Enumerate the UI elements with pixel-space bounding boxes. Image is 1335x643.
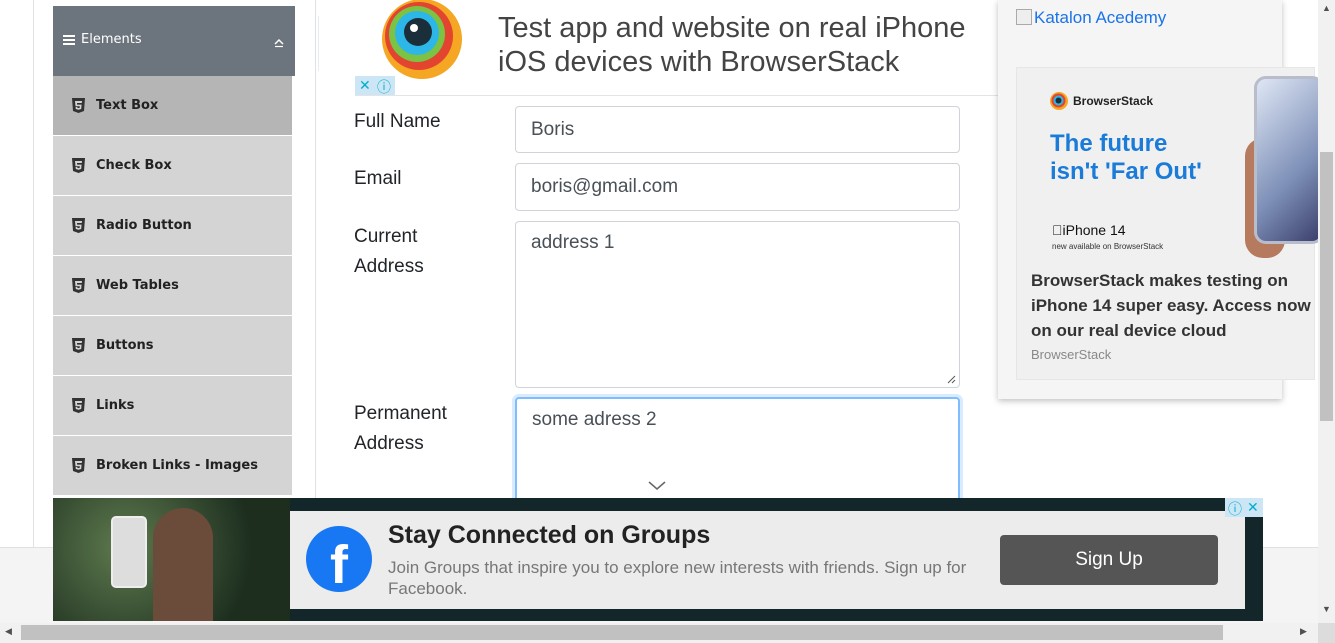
current-address-textarea[interactable]: address 1 [515,221,960,388]
browserstack-logo-icon [1050,92,1068,110]
scroll-down-arrow-icon[interactable]: ▼ [1318,604,1335,614]
sidebar-item-radio-button[interactable]: Radio Button [53,196,292,256]
ad-headline-line2: isn't 'Far Out' [1050,158,1202,185]
ad-product-sub: new available on BrowserStack [1052,242,1164,251]
sidebar-item-label: Links [96,398,135,413]
ad-product: iPhone 14 [1052,222,1126,238]
ad-photo [53,498,290,621]
sidebar-menu: Text Box Check Box Radio Button Web Tabl… [53,76,292,496]
apple-icon:  [1052,222,1063,238]
ad-brand: BrowserStack [1073,94,1154,108]
ad-headline: The future isn't 'Far Out' [1050,130,1202,186]
email-label: Email [354,168,402,189]
sidebar-item-label: Web Tables [96,278,179,293]
browserstack-logo-icon [382,0,462,79]
scroll-up-arrow-icon[interactable]: ▲ [1318,3,1335,13]
sidebar-item-check-box[interactable]: Check Box [53,136,292,196]
facebook-logo-icon: f [306,526,372,592]
permanent-address-label: Permanent Address [354,399,447,459]
person-image [153,508,213,621]
hamburger-icon [63,35,75,45]
close-ad-icon[interactable]: ✕ [359,77,371,94]
iphone-image [1254,76,1324,244]
bottom-sticky-ad[interactable]: f Stay Connected on Groups Join Groups t… [53,498,1263,621]
ad-description: BrowserStack makes testing on iPhone 14 … [1031,271,1311,340]
current-address-label: Current Address [354,222,424,282]
sidebar-item-text-box[interactable]: Text Box [53,76,292,136]
ad-source: BrowserStack [1031,347,1112,362]
right-side-ad[interactable]: Katalon Acedemy BrowserStack The future … [998,0,1324,399]
html5-icon [72,338,85,353]
ad-product-name: iPhone 14 [1052,222,1126,238]
ad-info-icon[interactable]: ⓘ [1228,499,1242,519]
sidebar-item-label: Radio Button [96,218,192,233]
sidebar-item-label: Text Box [96,98,159,113]
elements-group-header[interactable]: Elements [53,6,319,76]
scroll-left-arrow-icon[interactable]: ◀ [5,626,12,637]
full-name-input[interactable] [515,106,960,153]
scrollbar-corner [1318,623,1335,643]
sign-up-button[interactable]: Sign Up [1000,535,1218,585]
close-ad-icon[interactable]: ✕ [1247,499,1259,516]
broken-image-icon [1016,9,1032,25]
sidebar-item-web-tables[interactable]: Web Tables [53,256,292,316]
permanent-address-value: some adress 2 [532,409,657,430]
full-name-label: Full Name [354,111,441,132]
bottom-ad-title: Stay Connected on Groups [388,521,711,549]
vertical-scrollbar[interactable]: ▲ ▼ [1318,0,1335,623]
sidebar-item-label: Buttons [96,338,154,353]
sidebar-item-label: Check Box [96,158,172,173]
header-separator [318,16,319,71]
sidebar-item-label: Broken Links - Images [96,458,258,473]
html5-icon [72,278,85,293]
top-ad-line1: Test app and website on real iPhone [498,12,966,44]
bottom-ad-body: Join Groups that inspire you to explore … [388,558,967,598]
sidebar-item-links[interactable]: Links [53,376,292,436]
current-address-value: address 1 [531,232,615,253]
scroll-right-arrow-icon[interactable]: ▶ [1300,626,1307,637]
resize-grip-icon[interactable] [947,375,956,384]
email-input[interactable] [515,163,960,211]
current-address-label-line1: Current [354,226,418,247]
ad-choices-badge[interactable]: ✕ ⓘ [355,76,395,95]
horizontal-scrollbar[interactable]: ◀ ▶ [0,623,1318,643]
permanent-address-label-line1: Permanent [354,403,447,424]
permanent-address-label-line2: Address [354,433,424,454]
vertical-scroll-thumb[interactable] [1320,152,1333,421]
ad-choices-badge[interactable]: ⓘ ✕ [1225,498,1263,517]
group-title: Elements [81,32,142,47]
ad-panel[interactable]: f Stay Connected on Groups Join Groups t… [290,511,1245,609]
permanent-address-textarea[interactable]: some adress 2 [515,397,960,507]
phone-image [111,516,147,588]
html5-icon [72,98,85,113]
html5-icon [72,458,85,473]
sidebar-item-broken-links[interactable]: Broken Links - Images [53,436,292,496]
html5-icon [72,398,85,413]
top-banner-ad[interactable]: Test app and website on real iPhone iOS … [355,0,1000,96]
horizontal-scroll-thumb[interactable] [21,625,1223,640]
chevron-down-icon[interactable] [648,481,666,491]
broken-image-link[interactable]: Katalon Acedemy [1016,8,1166,28]
page: Elements Text Box Check Box Radio Button… [0,0,1335,643]
broken-image-alt-text: Katalon Acedemy [1034,8,1167,27]
ad-headline-line1: The future [1050,130,1168,157]
content-divider [315,0,316,500]
ad-info-icon[interactable]: ⓘ [377,77,391,97]
html5-icon [72,218,85,233]
html5-icon [72,158,85,173]
collapse-up-icon[interactable] [273,36,285,51]
page-gutter-line [33,0,34,547]
current-address-label-line2: Address [354,256,424,277]
sidebar-item-buttons[interactable]: Buttons [53,316,292,376]
top-ad-line2: iOS devices with BrowserStack [498,46,900,78]
